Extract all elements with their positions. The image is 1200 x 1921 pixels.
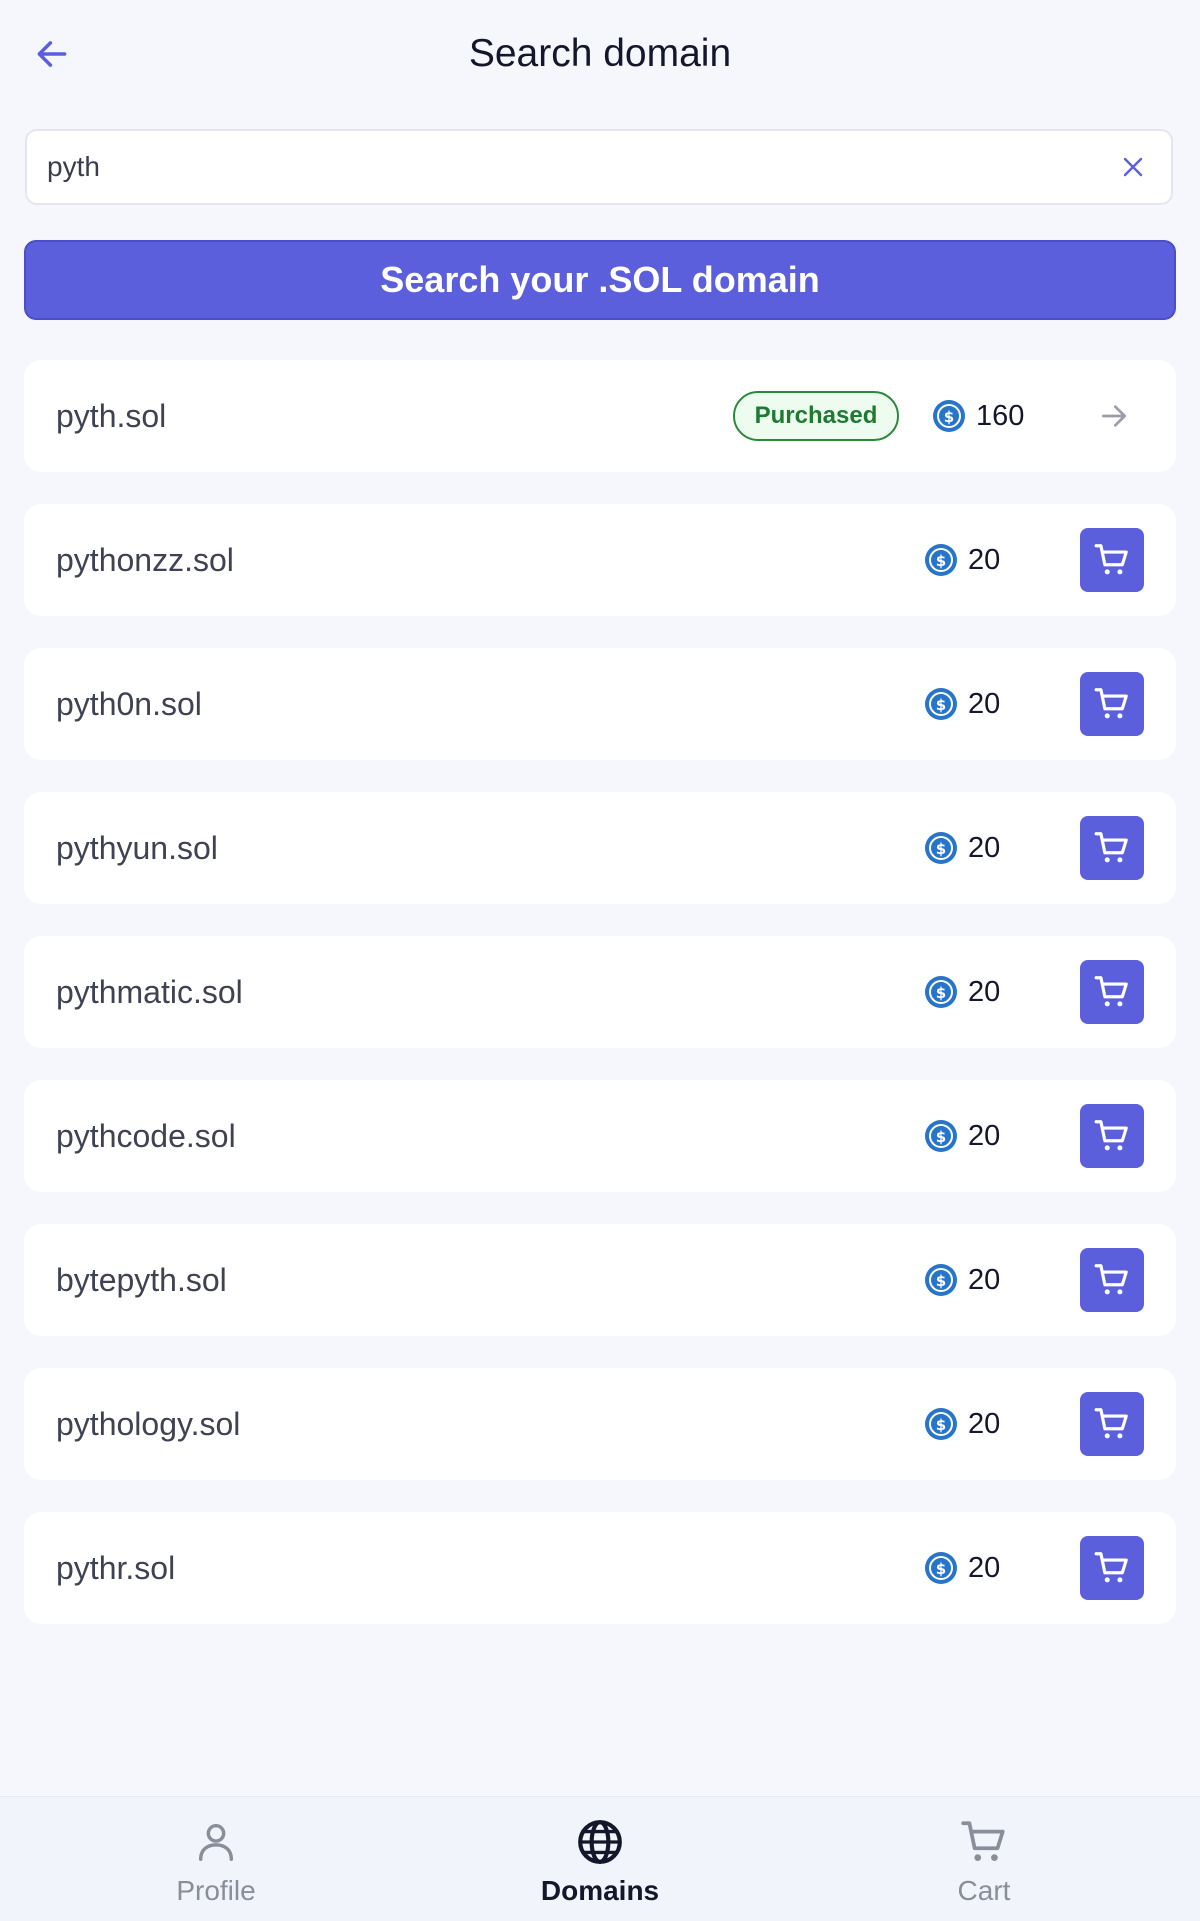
search-box — [25, 129, 1173, 205]
purchased-badge: Purchased — [733, 391, 899, 441]
domain-name: pyth.sol — [56, 398, 167, 434]
domain-price: $ 20 — [924, 504, 1000, 616]
price-value: 20 — [968, 543, 1001, 576]
header: Search domain — [0, 0, 1200, 108]
domain-row[interactable]: pyth0n.sol $ 20 — [24, 648, 1176, 760]
svg-text:$: $ — [936, 1560, 946, 1578]
usdc-coin-icon: $ — [925, 544, 957, 576]
search-sol-domain-button[interactable]: Search your .SOL domain — [24, 240, 1176, 320]
domain-price: $ 20 — [924, 792, 1000, 904]
domain-price: $ 20 — [924, 1080, 1000, 1192]
price-value: 20 — [968, 975, 1001, 1008]
user-icon — [198, 1823, 234, 1861]
domain-name: pythology.sol — [56, 1406, 241, 1442]
usdc-coin-icon: $ — [925, 1264, 957, 1296]
svg-text:$: $ — [936, 1272, 946, 1290]
svg-text:$: $ — [936, 984, 946, 1002]
usdc-coin-icon: $ — [925, 1408, 957, 1440]
price-value: 20 — [968, 1551, 1001, 1584]
domain-price: $ 20 — [924, 1512, 1000, 1624]
arrow-right-icon — [1102, 405, 1126, 427]
add-to-cart-button[interactable] — [1080, 1536, 1144, 1600]
globe-icon — [578, 1820, 622, 1864]
svg-text:$: $ — [944, 408, 954, 426]
cart-icon — [1094, 1264, 1128, 1295]
domain-price: $ 20 — [924, 936, 1000, 1048]
add-to-cart-button[interactable] — [1080, 1248, 1144, 1312]
cart-icon — [1094, 832, 1128, 863]
nav-item-cart[interactable]: Cart — [884, 1797, 1084, 1921]
nav-item-profile[interactable]: Profile — [116, 1797, 316, 1921]
domain-name: pyth0n.sol — [56, 686, 202, 722]
domain-price: $ 20 — [924, 1224, 1000, 1336]
price-value: 20 — [968, 831, 1001, 864]
add-to-cart-button[interactable] — [1080, 528, 1144, 592]
price-value: 20 — [968, 1263, 1001, 1296]
domain-name: pythcode.sol — [56, 1118, 236, 1154]
price-value: 20 — [968, 687, 1001, 720]
domain-name: pythmatic.sol — [56, 974, 243, 1010]
cart-icon — [1094, 544, 1128, 575]
add-to-cart-button[interactable] — [1080, 816, 1144, 880]
domain-name: pythr.sol — [56, 1550, 176, 1586]
nav-item-domains[interactable]: Domains — [500, 1797, 700, 1921]
domain-row[interactable]: pyth.sol Purchased $ 160 — [24, 360, 1176, 472]
nav-label: Profile — [176, 1875, 256, 1906]
domain-name: pythyun.sol — [56, 830, 218, 866]
domain-row[interactable]: bytepyth.sol $ 20 — [24, 1224, 1176, 1336]
domain-row[interactable]: pythonzz.sol $ 20 — [24, 504, 1176, 616]
svg-text:$: $ — [936, 552, 946, 570]
domain-name: bytepyth.sol — [56, 1262, 227, 1298]
domain-row[interactable]: pythcode.sol $ 20 — [24, 1080, 1176, 1192]
add-to-cart-button[interactable] — [1080, 672, 1144, 736]
cart-icon — [1094, 1552, 1128, 1583]
domain-price: $ 20 — [924, 648, 1000, 760]
nav-label: Domains — [540, 1875, 660, 1906]
price-value: 20 — [968, 1407, 1001, 1440]
results-list: pyth.sol Purchased $ 160 pythonzz.sol $ … — [24, 360, 1176, 1656]
add-to-cart-button[interactable] — [1080, 1392, 1144, 1456]
price-value: 20 — [968, 1119, 1001, 1152]
domain-price: $ 160 — [932, 360, 1024, 472]
usdc-coin-icon: $ — [925, 1552, 957, 1584]
svg-text:$: $ — [936, 696, 946, 714]
search-input[interactable] — [47, 131, 1047, 203]
open-domain-button[interactable] — [1094, 396, 1134, 436]
add-to-cart-button[interactable] — [1080, 1104, 1144, 1168]
add-to-cart-button[interactable] — [1080, 960, 1144, 1024]
page-title: Search domain — [468, 32, 732, 75]
svg-text:$: $ — [936, 1416, 946, 1434]
nav-label: Cart — [957, 1875, 1011, 1906]
usdc-coin-icon: $ — [925, 976, 957, 1008]
domain-name: pythonzz.sol — [56, 542, 234, 578]
usdc-coin-icon: $ — [933, 400, 965, 432]
cart-icon — [1094, 1120, 1128, 1151]
cart-icon — [1094, 1408, 1128, 1439]
domain-row[interactable]: pythyun.sol $ 20 — [24, 792, 1176, 904]
usdc-coin-icon: $ — [925, 1120, 957, 1152]
cart-icon — [1094, 976, 1128, 1007]
price-value: 160 — [976, 399, 1025, 432]
svg-text:$: $ — [936, 1128, 946, 1146]
domain-row[interactable]: pythology.sol $ 20 — [24, 1368, 1176, 1480]
cart-icon — [1094, 688, 1128, 719]
clear-search-button[interactable] — [1115, 149, 1151, 185]
usdc-coin-icon: $ — [925, 688, 957, 720]
close-icon — [1123, 157, 1143, 177]
domain-row[interactable]: pythmatic.sol $ 20 — [24, 936, 1176, 1048]
domain-row[interactable]: pythr.sol $ 20 — [24, 1512, 1176, 1624]
cart-icon — [961, 1821, 1005, 1861]
bottom-nav: Profile Domains Cart — [0, 1796, 1200, 1921]
domain-price: $ 20 — [924, 1368, 1000, 1480]
usdc-coin-icon: $ — [925, 832, 957, 864]
svg-text:$: $ — [936, 840, 946, 858]
